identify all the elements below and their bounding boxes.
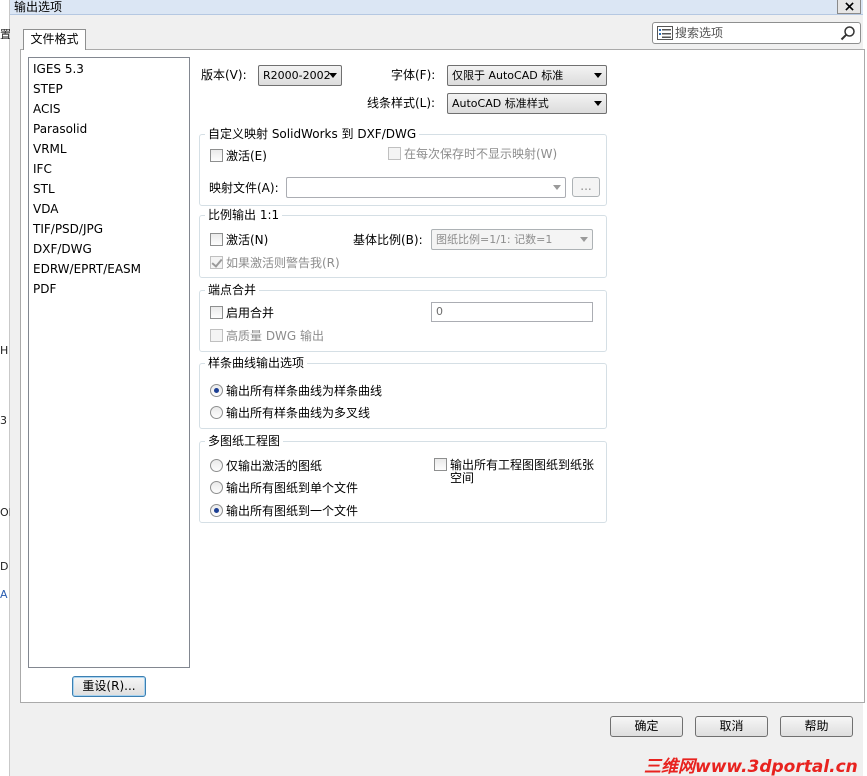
list-item[interactable]: TIF/PSD/JPG (33, 220, 103, 238)
version-label: 版本(V): (201, 68, 247, 82)
hq-dwg-label: 高质量 DWG 输出 (226, 329, 325, 343)
scale-activate-label: 激活(N) (226, 233, 269, 247)
title-bar: 输出选项 (10, 0, 863, 15)
list-item[interactable]: IFC (33, 160, 52, 178)
version-dropdown[interactable]: R2000-2002 (258, 65, 342, 86)
list-item[interactable]: VDA (33, 200, 58, 218)
list-item[interactable]: STEP (33, 80, 63, 98)
map-file-label: 映射文件(A): (209, 181, 279, 195)
paper-space-label-line2: 空间 (450, 471, 475, 485)
scale-activate-checkbox[interactable] (210, 233, 223, 246)
background-fragment: OF (0, 506, 10, 519)
list-item[interactable]: PDF (33, 280, 56, 298)
endpoint-merge-title: 端点合并 (205, 283, 260, 297)
custom-map-title: 自定义映射 SolidWorks 到 DXF/DWG (205, 127, 420, 141)
no-show-map-checkbox[interactable] (388, 147, 401, 160)
chevron-down-icon (580, 237, 588, 242)
chevron-down-icon (329, 73, 337, 78)
file-format-list[interactable]: IGES 5.3 STEP ACIS Parasolid VRML IFC ST… (28, 57, 190, 668)
scale-warn-checkbox[interactable] (210, 256, 223, 269)
line-style-value: AutoCAD 标准样式 (452, 97, 549, 110)
browse-button[interactable]: ... (572, 177, 600, 197)
multi-sheet-title: 多图纸工程图 (205, 434, 284, 448)
scale-output-title: 比例输出 1:1 (205, 208, 283, 222)
background-fragment: A (0, 588, 8, 601)
one-file-label: 输出所有图纸到一个文件 (226, 504, 359, 518)
ok-button[interactable]: 确定 (610, 716, 683, 737)
separate-files-radio[interactable] (210, 481, 223, 494)
cancel-button[interactable]: 取消 (695, 716, 768, 737)
reset-button[interactable]: 重设(R)... (72, 676, 146, 697)
background-fragment: 3 (0, 414, 7, 427)
custom-map-activate-checkbox[interactable] (210, 149, 223, 162)
map-file-dropdown[interactable] (286, 177, 566, 198)
line-style-label: 线条样式(L): (367, 96, 436, 110)
window-title: 输出选项 (14, 0, 63, 14)
site-watermark: 三维网www.3dportal.cn (644, 757, 858, 776)
version-value: R2000-2002 (263, 69, 331, 82)
font-label: 字体(F): (391, 68, 436, 82)
chevron-down-icon (553, 185, 561, 190)
base-scale-dropdown[interactable]: 图纸比例=1/1: 记数=1 (431, 229, 593, 250)
list-item-selected[interactable]: DXF/DWG (33, 240, 92, 258)
chevron-down-icon (594, 101, 602, 106)
active-sheet-radio[interactable] (210, 459, 223, 472)
one-file-radio[interactable] (210, 504, 223, 517)
separate-files-label: 输出所有图纸到单个文件 (226, 481, 359, 495)
search-icon[interactable] (840, 25, 856, 41)
font-value: 仅限于 AutoCAD 标准 (452, 69, 564, 82)
base-scale-value: 图纸比例=1/1: 记数=1 (436, 233, 553, 246)
enable-merge-label: 启用合并 (226, 306, 275, 320)
merge-tolerance-input[interactable]: 0 (431, 302, 593, 322)
enable-merge-checkbox[interactable] (210, 306, 223, 319)
font-dropdown[interactable]: 仅限于 AutoCAD 标准 (447, 65, 607, 86)
spline-as-spline-radio[interactable] (210, 384, 223, 397)
background-fragment: D (0, 560, 9, 573)
list-item[interactable]: EDRW/EPRT/EASM (33, 260, 141, 278)
help-button[interactable]: 帮助 (780, 716, 853, 737)
custom-map-activate-label: 激活(E) (226, 149, 267, 163)
list-item[interactable]: ACIS (33, 100, 61, 118)
spline-output-title: 样条曲线输出选项 (205, 356, 308, 370)
scale-warn-label: 如果激活则警告我(R) (226, 256, 340, 270)
background-fragment: H (0, 344, 9, 357)
spline-as-polyline-radio[interactable] (210, 406, 223, 419)
list-item[interactable]: STL (33, 180, 55, 198)
list-item[interactable]: VRML (33, 140, 67, 158)
base-scale-label: 基体比例(B): (353, 233, 423, 247)
options-list-icon (657, 26, 673, 40)
close-icon (844, 2, 854, 11)
spline-as-polyline-label: 输出所有样条曲线为多叉线 (226, 406, 371, 420)
hq-dwg-checkbox[interactable] (210, 329, 223, 342)
background-window-strip: 置 H 3 OF D A (0, 0, 10, 776)
close-button[interactable] (837, 0, 861, 14)
spline-as-spline-label: 输出所有样条曲线为样条曲线 (226, 384, 383, 398)
chevron-down-icon (594, 73, 602, 78)
search-box[interactable] (652, 22, 861, 44)
background-fragment: 置 (0, 28, 10, 41)
search-input[interactable] (675, 25, 835, 41)
paper-space-checkbox[interactable] (434, 458, 447, 471)
list-item[interactable]: IGES 5.3 (33, 60, 84, 78)
line-style-dropdown[interactable]: AutoCAD 标准样式 (447, 93, 607, 114)
no-show-map-label: 在每次保存时不显示映射(W) (404, 147, 558, 161)
export-options-dialog: 输出选项 文件格式 IGES 5.3 STEP ACIS Parasolid V… (10, 0, 865, 776)
list-item[interactable]: Parasolid (33, 120, 87, 138)
active-sheet-label: 仅输出激活的图纸 (226, 459, 323, 473)
tab-file-format[interactable]: 文件格式 (23, 29, 86, 50)
